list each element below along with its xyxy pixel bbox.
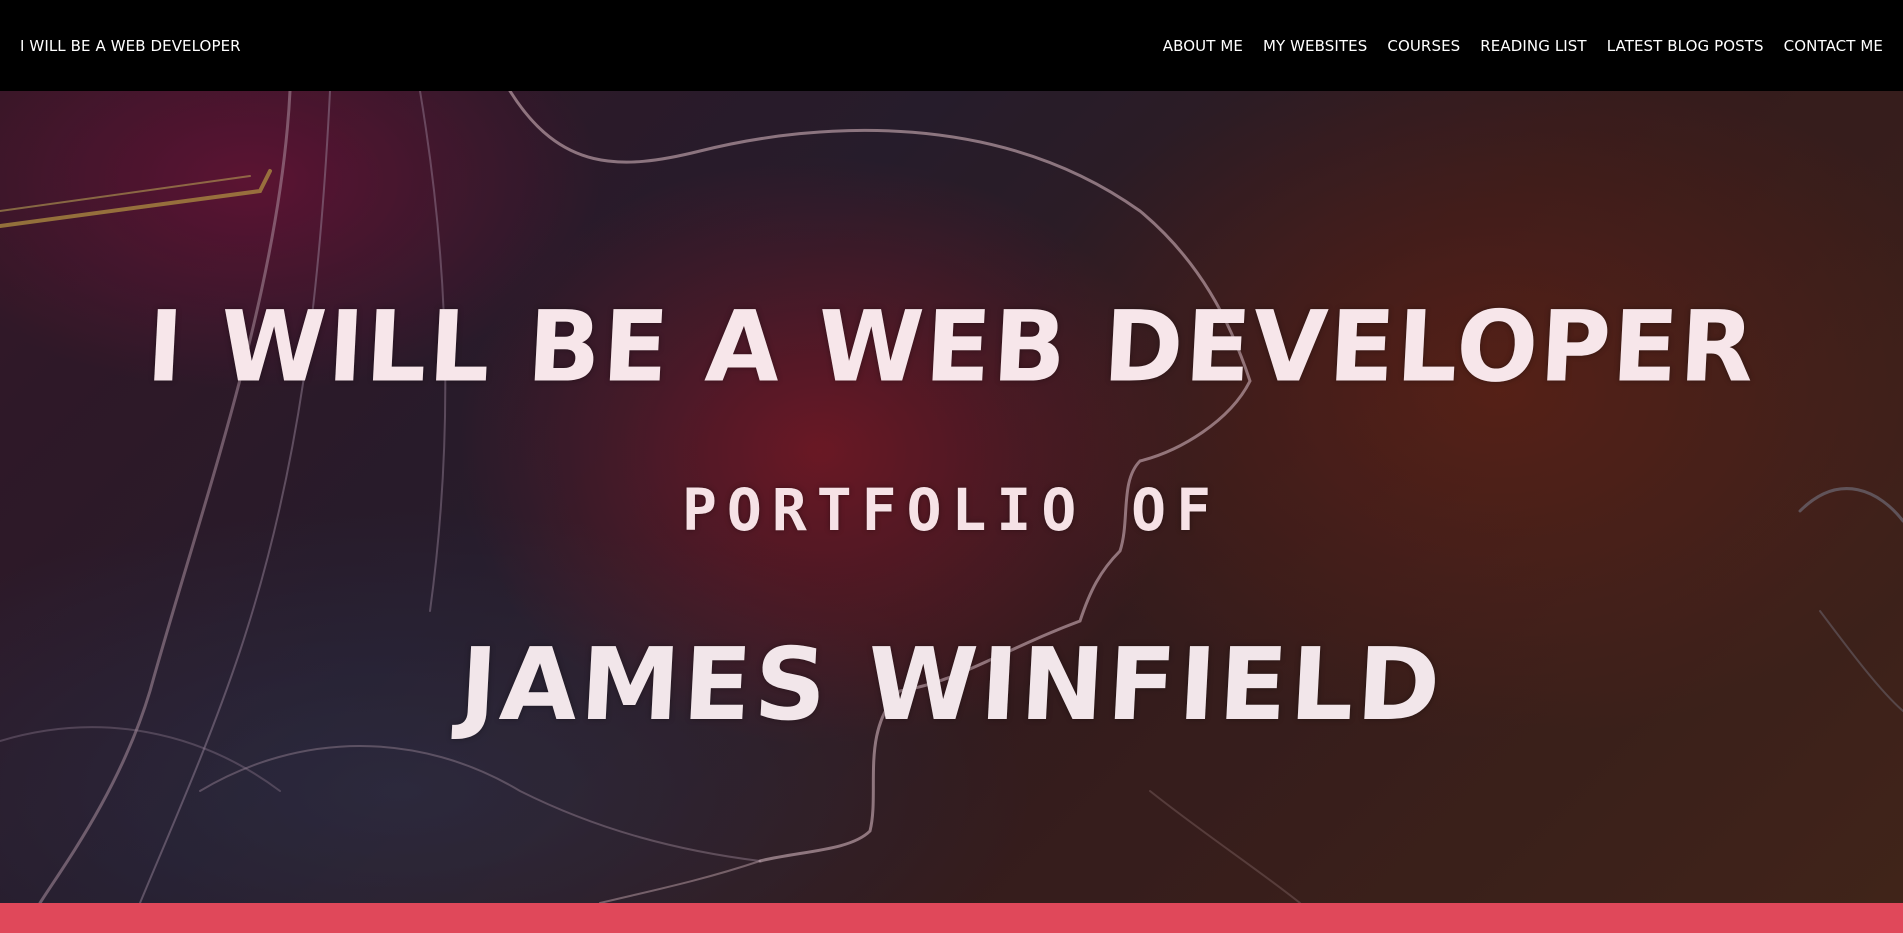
hero-subheadline: PORTFOLIO OF xyxy=(681,476,1222,544)
hero-section: I WILL BE A WEB DEVELOPER PORTFOLIO OF J… xyxy=(0,91,1903,903)
nav-link-my-websites[interactable]: MY WEBSITES xyxy=(1263,37,1367,55)
nav-link-contact-me[interactable]: CONTACT ME xyxy=(1784,37,1883,55)
nav-link-reading-list[interactable]: READING LIST xyxy=(1480,37,1586,55)
nav-link-latest-blog-posts[interactable]: LATEST BLOG POSTS xyxy=(1607,37,1764,55)
hero-text: I WILL BE A WEB DEVELOPER PORTFOLIO OF J… xyxy=(0,91,1903,903)
nav-links: ABOUT ME MY WEBSITES COURSES READING LIS… xyxy=(1163,37,1883,55)
brand-link[interactable]: I WILL BE A WEB DEVELOPER xyxy=(20,37,241,55)
nav-link-about-me[interactable]: ABOUT ME xyxy=(1163,37,1243,55)
accent-bar xyxy=(0,903,1903,933)
hero-name: JAMES WINFIELD xyxy=(456,626,1447,743)
nav-link-courses[interactable]: COURSES xyxy=(1387,37,1460,55)
hero-headline: I WILL BE A WEB DEVELOPER xyxy=(144,289,1759,405)
top-navbar: I WILL BE A WEB DEVELOPER ABOUT ME MY WE… xyxy=(0,0,1903,91)
